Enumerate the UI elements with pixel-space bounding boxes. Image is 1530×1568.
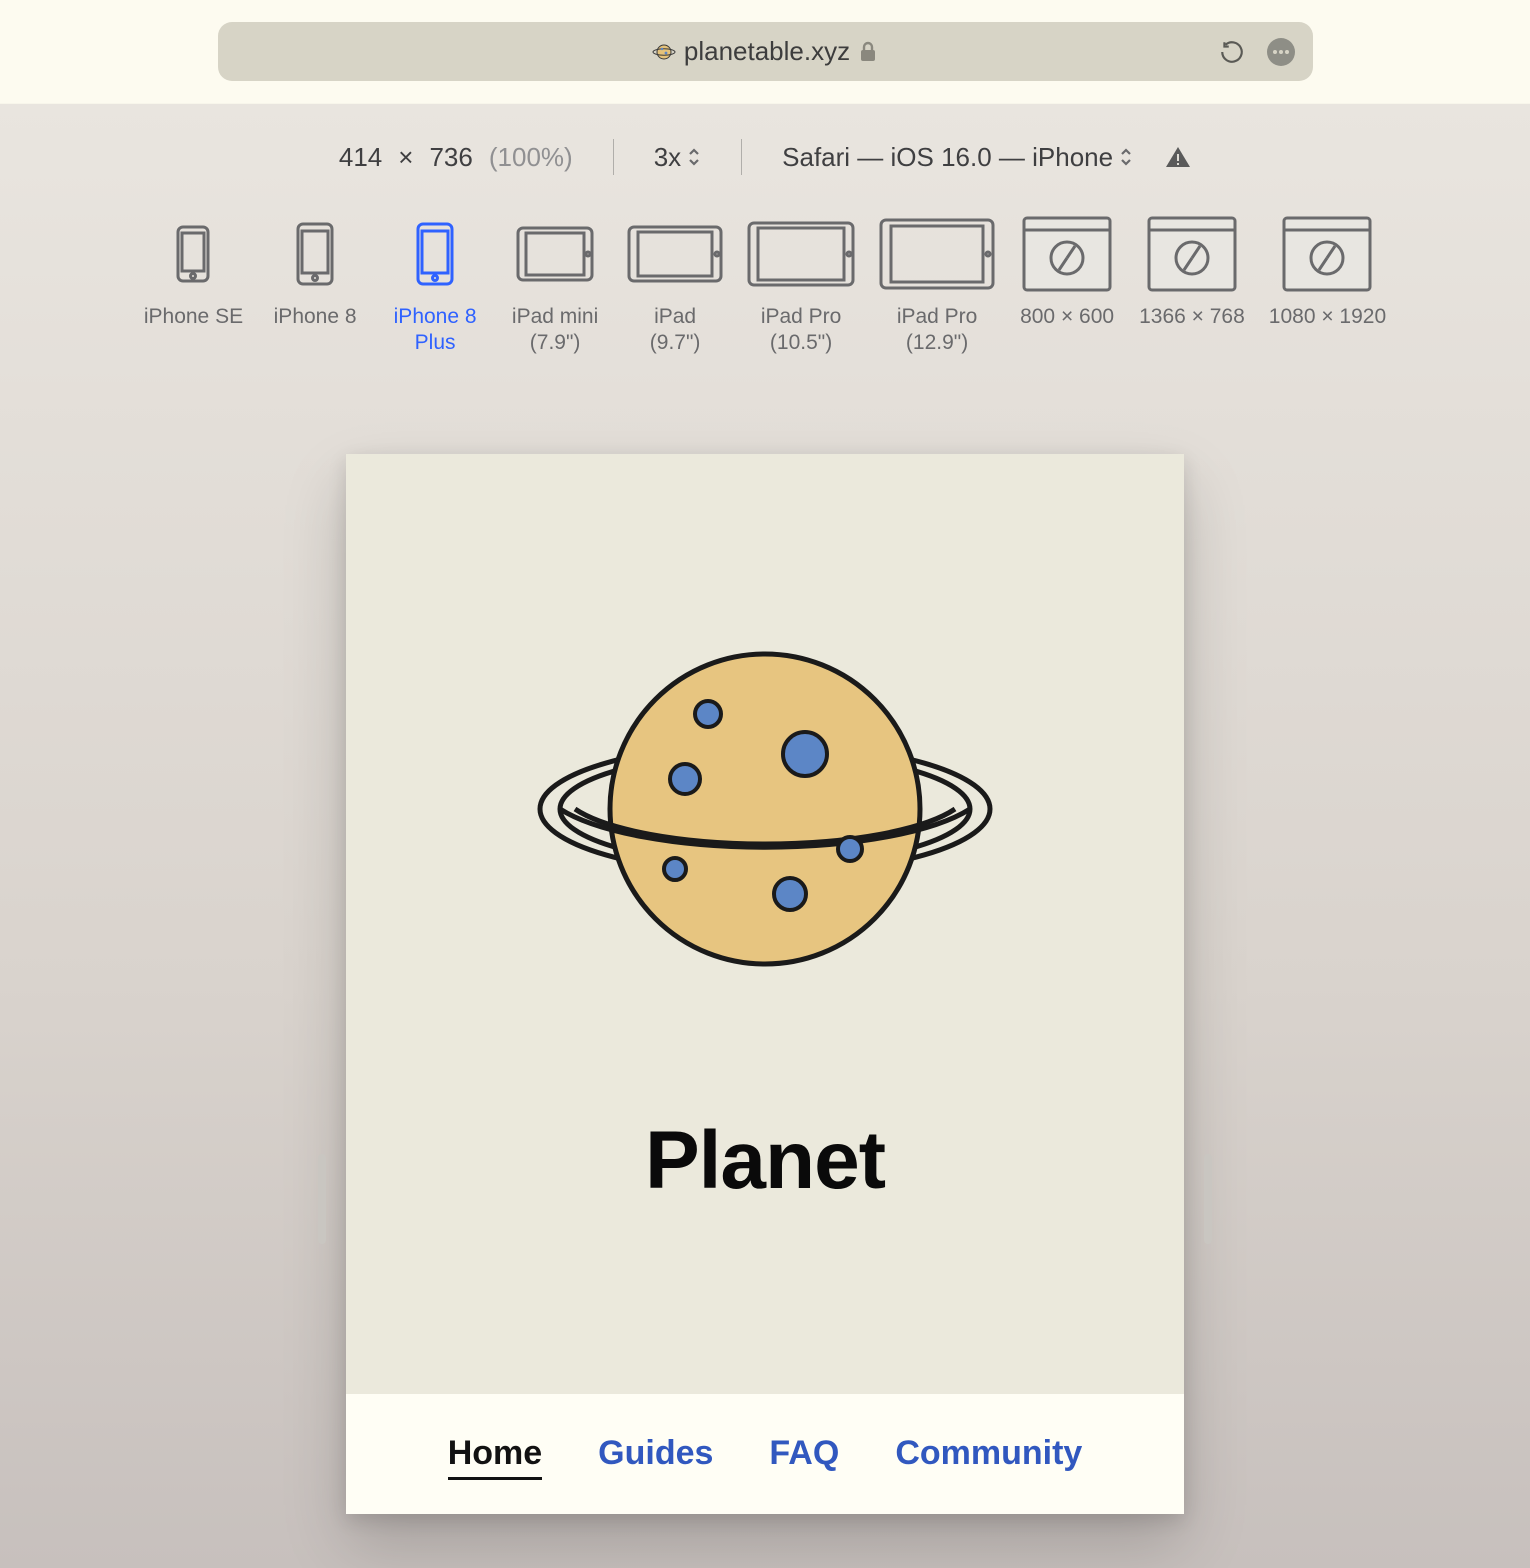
phone-icon — [416, 214, 454, 294]
viewport-container: Planet Home Guides FAQ Community — [346, 454, 1184, 1514]
device-preset[interactable]: iPad mini (7.9") — [507, 214, 603, 357]
viewport-width: 414 — [339, 142, 382, 173]
page-title: Planet — [645, 1114, 885, 1208]
divider — [613, 139, 614, 175]
tablet-landscape-large-icon — [879, 214, 995, 294]
divider — [741, 139, 742, 175]
more-icon[interactable] — [1267, 38, 1295, 66]
reload-icon[interactable] — [1219, 38, 1245, 66]
nav-item-home[interactable]: Home — [448, 1434, 542, 1480]
page-nav: Home Guides FAQ Community — [346, 1394, 1184, 1514]
device-label: iPad (9.7") — [650, 304, 701, 357]
browser-toolbar: planetable.xyz — [0, 0, 1530, 104]
responsive-design-canvas: 414 × 736 (100%) 3x Safari — iOS 16.0 — … — [0, 104, 1530, 1568]
device-preset[interactable]: 800 × 600 — [1019, 214, 1115, 330]
nav-item-guides[interactable]: Guides — [598, 1434, 713, 1480]
tablet-landscape-icon — [747, 214, 855, 294]
nav-item-faq[interactable]: FAQ — [769, 1434, 839, 1480]
browser-icon — [1022, 214, 1112, 294]
simulated-viewport: Planet Home Guides FAQ Community — [346, 454, 1184, 1514]
viewport-height: 736 — [429, 142, 472, 173]
device-preset[interactable]: iPad (9.7") — [627, 214, 723, 357]
lock-icon — [858, 41, 878, 63]
phone-small-icon — [176, 214, 210, 294]
device-label: 1080 × 1920 — [1269, 304, 1386, 330]
device-preset[interactable]: iPhone 8 Plus — [387, 214, 483, 357]
device-preset[interactable]: iPad Pro (12.9") — [879, 214, 995, 357]
warning-icon[interactable] — [1165, 145, 1191, 169]
favicon-icon — [652, 40, 676, 64]
browser-icon — [1147, 214, 1237, 294]
viewport-dimensions[interactable]: 414 × 736 (100%) — [339, 142, 573, 173]
page-hero: Planet — [346, 454, 1184, 1394]
device-label: iPad Pro (10.5") — [761, 304, 842, 357]
device-preset[interactable]: 1366 × 768 — [1139, 214, 1245, 330]
user-agent-label: Safari — iOS 16.0 — iPhone — [782, 142, 1113, 173]
device-label: iPhone SE — [144, 304, 243, 330]
chevron-updown-icon — [687, 147, 701, 167]
device-preset[interactable]: iPad Pro (10.5") — [747, 214, 855, 357]
chevron-updown-icon — [1119, 147, 1133, 167]
pixel-ratio-select[interactable]: 3x — [654, 142, 701, 173]
nav-item-community[interactable]: Community — [895, 1434, 1082, 1480]
device-label: iPad Pro (12.9") — [897, 304, 978, 357]
pixel-ratio-label: 3x — [654, 142, 681, 173]
device-preset-row: iPhone SE iPhone 8 iPhone 8 Plus iPad mini … — [0, 210, 1530, 377]
url-field[interactable]: planetable.xyz — [218, 22, 1313, 81]
tablet-portrait-small-icon — [516, 214, 594, 294]
device-label: 1366 × 768 — [1139, 304, 1245, 330]
tablet-landscape-small-icon — [627, 214, 723, 294]
device-label: iPhone 8 — [274, 304, 357, 330]
resize-handle-left[interactable] — [318, 1154, 326, 1244]
rdm-top-controls: 414 × 736 (100%) 3x Safari — iOS 16.0 — … — [0, 104, 1530, 210]
device-preset[interactable]: iPhone SE — [144, 214, 243, 330]
phone-icon — [296, 214, 334, 294]
device-preset[interactable]: iPhone 8 — [267, 214, 363, 330]
user-agent-select[interactable]: Safari — iOS 16.0 — iPhone — [782, 142, 1133, 173]
planet-illustration-icon — [530, 634, 1000, 974]
dimension-separator: × — [398, 142, 413, 173]
device-label: 800 × 600 — [1020, 304, 1114, 330]
browser-icon — [1282, 214, 1372, 294]
url-text: planetable.xyz — [684, 36, 850, 67]
device-label: iPad mini (7.9") — [512, 304, 598, 357]
device-preset[interactable]: 1080 × 1920 — [1269, 214, 1386, 330]
zoom-level: (100%) — [489, 142, 573, 173]
resize-handle-right[interactable] — [1204, 1154, 1212, 1244]
device-label: iPhone 8 Plus — [394, 304, 477, 357]
